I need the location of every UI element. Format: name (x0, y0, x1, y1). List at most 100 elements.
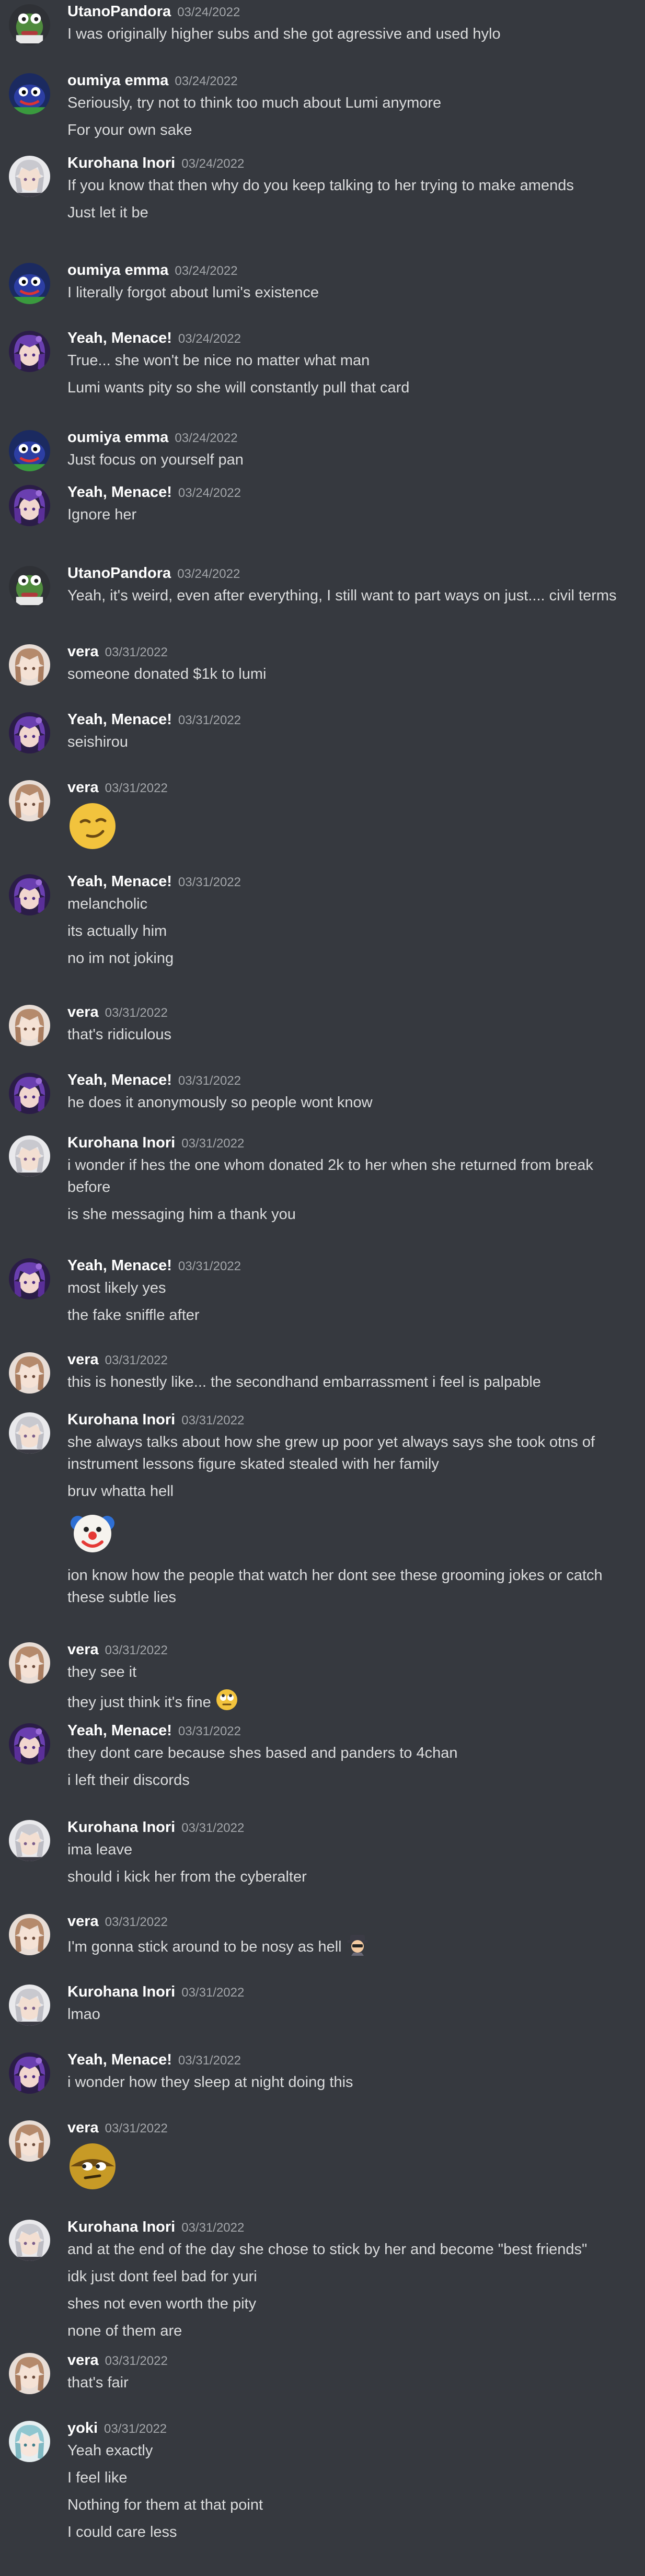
message-body: they see it they just think it's fine (67, 1661, 637, 1723)
message-text: they see it (67, 1661, 637, 1683)
message-text-content: and at the end of the day she chose to s… (67, 2241, 588, 2258)
author-name[interactable]: Yeah, Menace! (67, 1072, 172, 1088)
purple-hair-avatar-icon[interactable] (9, 1723, 50, 1765)
message-timestamp: 03/31/2022 (178, 1074, 241, 1088)
message-header: Kurohana Inori 03/31/2022 (67, 1818, 244, 1839)
white-hair-avatar-icon[interactable] (9, 1412, 50, 1454)
purple-hair-avatar-icon[interactable] (9, 2052, 50, 2094)
message-text-content: Lumi wants pity so she will constantly p… (67, 379, 410, 396)
white-hair-avatar-icon[interactable] (9, 1135, 50, 1177)
message-text: Just let it be (67, 202, 637, 224)
message-text-content: Yeah exactly (67, 2442, 153, 2459)
message-text: lmao (67, 2003, 637, 2025)
purple-hair-avatar-icon[interactable] (9, 485, 50, 526)
message-timestamp: 03/31/2022 (178, 875, 241, 889)
message-body: melancholic its actually him no im not jok… (67, 893, 637, 974)
brown-hair-avatar-icon[interactable] (9, 1642, 50, 1684)
message-header: vera 03/31/2022 (67, 778, 168, 799)
white-hair-avatar-icon[interactable] (9, 1820, 50, 1861)
message-body: True... she won't be nice no matter what… (67, 350, 637, 404)
message-body (67, 799, 637, 858)
author-name[interactable]: vera (67, 1641, 99, 1658)
clown-emoji-icon (67, 1507, 637, 1560)
author-name[interactable]: vera (67, 2119, 99, 2136)
white-hair-avatar-icon[interactable] (9, 1985, 50, 2026)
message-body: he does it anonymously so people wont kn… (67, 1092, 637, 1119)
author-name[interactable]: Kurohana Inori (67, 1134, 175, 1151)
message-text-content: she always talks about how she grew up p… (67, 1434, 595, 1472)
white-hair-avatar-icon[interactable] (9, 156, 50, 197)
author-name[interactable]: Yeah, Menace! (67, 2051, 172, 2068)
author-name[interactable]: UtanoPandora (67, 565, 171, 582)
message-text-content: I feel like (67, 2469, 128, 2486)
teal-hair-avatar-icon[interactable] (9, 2421, 50, 2462)
author-name[interactable]: Kurohana Inori (67, 1983, 175, 2000)
message-body (67, 2139, 637, 2198)
brown-hair-avatar-icon[interactable] (9, 1914, 50, 1955)
author-name[interactable]: Yeah, Menace! (67, 484, 172, 501)
author-name[interactable]: Kurohana Inori (67, 155, 175, 171)
author-name[interactable]: vera (67, 1004, 99, 1020)
author-name[interactable]: vera (67, 779, 99, 796)
author-name[interactable]: vera (67, 643, 99, 660)
author-name[interactable]: Yeah, Menace! (67, 1257, 172, 1274)
brown-hair-avatar-icon[interactable] (9, 780, 50, 821)
author-name[interactable]: oumiya emma (67, 429, 168, 446)
message-header: vera 03/31/2022 (67, 1640, 168, 1662)
message-text: the fake sniffle after (67, 1304, 637, 1326)
message-header: UtanoPandora 03/24/2022 (67, 564, 240, 585)
blue-creature-avatar-icon[interactable] (9, 430, 50, 471)
author-name[interactable]: UtanoPandora (67, 3, 171, 20)
blue-creature-avatar-icon[interactable] (9, 263, 50, 304)
message-header: Yeah, Menace! 03/31/2022 (67, 1071, 241, 1092)
message-timestamp: 03/24/2022 (175, 264, 238, 278)
message-timestamp: 03/24/2022 (178, 486, 241, 500)
purple-hair-avatar-icon[interactable] (9, 874, 50, 915)
author-name[interactable]: oumiya emma (67, 262, 168, 279)
author-name[interactable]: vera (67, 2352, 99, 2369)
author-name[interactable]: Yeah, Menace! (67, 873, 172, 890)
message-timestamp: 03/24/2022 (181, 157, 245, 171)
purple-hair-avatar-icon[interactable] (9, 712, 50, 753)
brown-hair-avatar-icon[interactable] (9, 2120, 50, 2162)
message-body: that's ridiculous (67, 1024, 637, 1051)
author-name[interactable]: oumiya emma (67, 72, 168, 89)
brown-hair-avatar-icon[interactable] (9, 1005, 50, 1046)
frog-avatar-icon[interactable] (9, 566, 50, 607)
author-name[interactable]: vera (67, 1351, 99, 1368)
message-text-content: that's fair (67, 2374, 129, 2391)
author-name[interactable]: Kurohana Inori (67, 2219, 175, 2235)
author-name[interactable]: vera (67, 1913, 99, 1930)
message-text: I'm gonna stick around to be nosy as hel… (67, 1933, 637, 1962)
message-text: I feel like (67, 2467, 637, 2489)
message-header: Kurohana Inori 03/31/2022 (67, 2218, 244, 2239)
message-text-content: i wonder how they sleep at night doing t… (67, 2074, 353, 2091)
blue-creature-avatar-icon[interactable] (9, 73, 50, 114)
brown-hair-avatar-icon[interactable] (9, 2353, 50, 2394)
message-body: Just focus on yourself pan (67, 449, 637, 476)
brown-hair-avatar-icon[interactable] (9, 644, 50, 686)
frog-avatar-icon[interactable] (9, 4, 50, 45)
message-timestamp: 03/31/2022 (181, 2221, 245, 2235)
message-timestamp: 03/31/2022 (178, 1724, 241, 1738)
author-name[interactable]: yoki (67, 2420, 98, 2436)
author-name[interactable]: Yeah, Menace! (67, 711, 172, 728)
purple-hair-avatar-icon[interactable] (9, 331, 50, 372)
purple-hair-avatar-icon[interactable] (9, 1073, 50, 1114)
message-timestamp: 03/24/2022 (175, 431, 238, 445)
white-hair-avatar-icon[interactable] (9, 2220, 50, 2261)
message-text: Yeah, it's weird, even after everything,… (67, 585, 637, 607)
message-text: i wonder if hes the one whom donated 2k … (67, 1154, 637, 1198)
message-text-content: i wonder if hes the one whom donated 2k … (67, 1157, 593, 1196)
message-text: melancholic (67, 893, 637, 915)
brown-hair-avatar-icon[interactable] (9, 1352, 50, 1394)
author-name[interactable]: Yeah, Menace! (67, 330, 172, 346)
author-name[interactable]: Yeah, Menace! (67, 1722, 172, 1739)
purple-hair-avatar-icon[interactable] (9, 1258, 50, 1299)
author-name[interactable]: Kurohana Inori (67, 1819, 175, 1836)
message-timestamp: 03/31/2022 (178, 713, 241, 727)
message-text: none of them are (67, 2320, 637, 2342)
message-header: Yeah, Menace! 03/24/2022 (67, 483, 241, 504)
message-text-content: Just focus on yourself pan (67, 451, 244, 468)
author-name[interactable]: Kurohana Inori (67, 1411, 175, 1428)
